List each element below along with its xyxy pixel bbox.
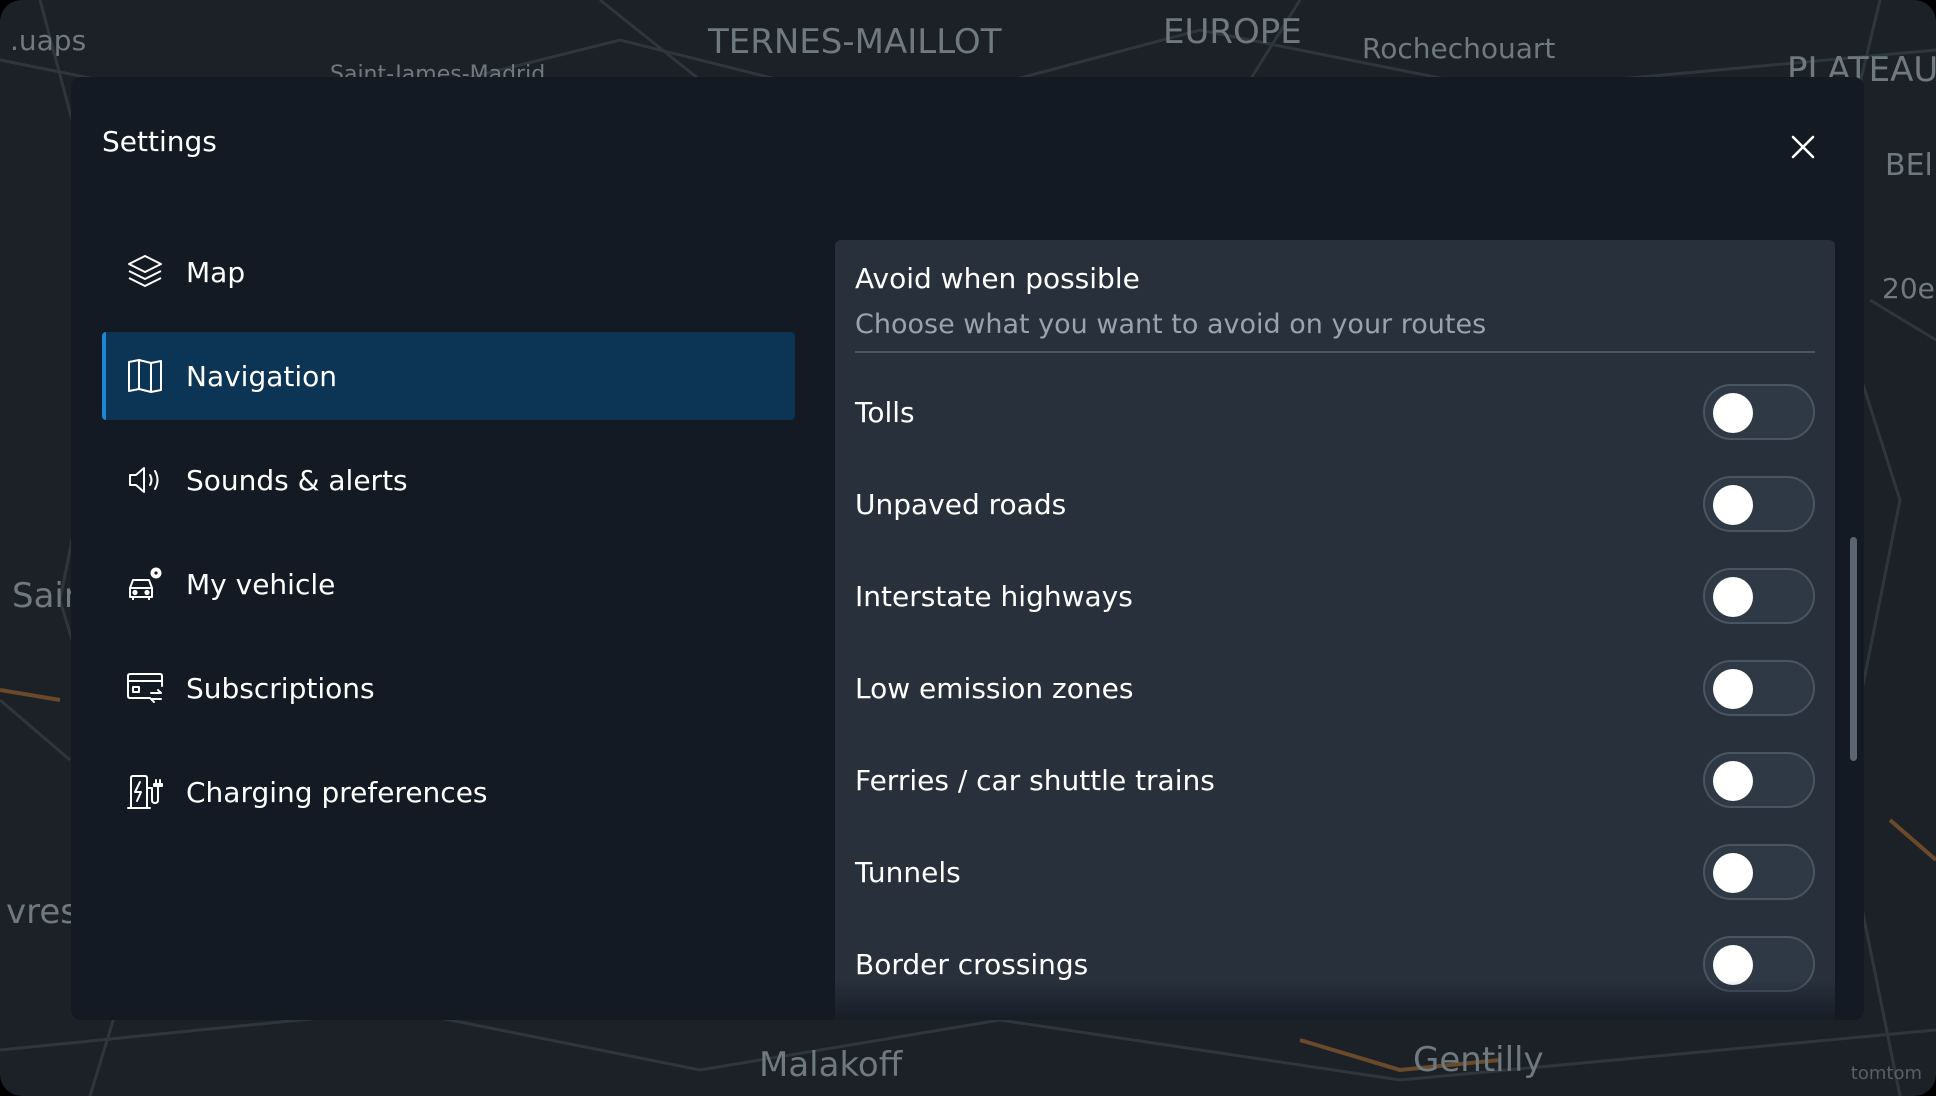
- panel-subtitle: Choose what you want to avoid on your ro…: [855, 309, 1487, 340]
- unpaved-roads-toggle[interactable]: [1703, 476, 1815, 532]
- panel-scrollbar[interactable]: [1850, 537, 1857, 761]
- option-label: Border crossings: [855, 947, 1089, 981]
- interstate-highways-toggle[interactable]: [1703, 568, 1815, 624]
- sidebar-item-sounds-alerts[interactable]: Sounds & alerts: [102, 436, 795, 524]
- panel-title: Avoid when possible: [855, 262, 1140, 295]
- sidebar-item-label: My vehicle: [186, 567, 336, 601]
- option-row-interstate-highways: Interstate highways: [855, 550, 1815, 642]
- map-watermark: tomtom: [1850, 1063, 1922, 1084]
- option-label: Tolls: [855, 395, 915, 429]
- divider: [855, 351, 1815, 353]
- map-label: vres: [6, 892, 78, 932]
- map-label: .uaps: [10, 24, 87, 57]
- close-button[interactable]: [1783, 127, 1823, 167]
- layers-icon: [124, 251, 166, 293]
- avoid-options-panel: Avoid when possible Choose what you want…: [835, 240, 1835, 1020]
- option-row-tolls: Tolls: [855, 366, 1815, 458]
- option-row-tunnels: Tunnels: [855, 826, 1815, 918]
- ferries-toggle[interactable]: [1703, 752, 1815, 808]
- dialog-title: Settings: [102, 125, 217, 158]
- sidebar-item-label: Subscriptions: [186, 671, 375, 705]
- option-row-ferries: Ferries / car shuttle trains: [855, 734, 1815, 826]
- option-label: Interstate highways: [855, 579, 1133, 613]
- map-label: BEl: [1885, 148, 1933, 183]
- sidebar-item-my-vehicle[interactable]: My vehicle: [102, 540, 795, 628]
- panel-header: Avoid when possible Choose what you want…: [855, 262, 1815, 340]
- toggle-knob: [1713, 669, 1753, 709]
- options-list: Tolls Unpaved roads Interstate highways …: [855, 366, 1815, 1010]
- sidebar-item-label: Map: [186, 255, 246, 289]
- scroll-fade: [835, 980, 1835, 1020]
- settings-sidebar: Map Navigation Sounds & alerts My vehicl…: [102, 228, 795, 852]
- option-row-unpaved-roads: Unpaved roads: [855, 458, 1815, 550]
- charging-station-icon: [124, 771, 166, 813]
- map-label: TERNES-MAILLOT: [708, 22, 1002, 62]
- toggle-knob: [1713, 761, 1753, 801]
- toggle-knob: [1713, 393, 1753, 433]
- tunnels-toggle[interactable]: [1703, 844, 1815, 900]
- low-emission-zones-toggle[interactable]: [1703, 660, 1815, 716]
- map-label: EUROPE: [1163, 12, 1302, 52]
- sidebar-item-label: Charging preferences: [186, 775, 488, 809]
- toggle-knob: [1713, 853, 1753, 893]
- sidebar-item-navigation[interactable]: Navigation: [102, 332, 795, 420]
- sidebar-item-label: Sounds & alerts: [186, 463, 408, 497]
- map-label: 20e: [1882, 272, 1935, 305]
- tolls-toggle[interactable]: [1703, 384, 1815, 440]
- option-label: Ferries / car shuttle trains: [855, 763, 1215, 797]
- option-label: Tunnels: [855, 855, 961, 889]
- map-icon: [124, 355, 166, 397]
- toggle-knob: [1713, 945, 1753, 985]
- settings-dialog: Settings Map Navigation Sounds & alerts …: [71, 77, 1864, 1020]
- sidebar-item-label: Navigation: [186, 359, 338, 393]
- option-row-low-emission-zones: Low emission zones: [855, 642, 1815, 734]
- option-label: Low emission zones: [855, 671, 1134, 705]
- toggle-knob: [1713, 485, 1753, 525]
- subscription-card-icon: [124, 667, 166, 709]
- close-icon: [1791, 135, 1815, 159]
- map-label: Malakoff: [759, 1045, 903, 1085]
- map-label: Rochechouart: [1362, 32, 1556, 65]
- sidebar-item-charging-preferences[interactable]: Charging preferences: [102, 748, 795, 836]
- map-label: Gentilly: [1413, 1040, 1544, 1080]
- car-settings-icon: [124, 563, 166, 605]
- speaker-icon: [124, 459, 166, 501]
- sidebar-item-map[interactable]: Map: [102, 228, 795, 316]
- sidebar-item-subscriptions[interactable]: Subscriptions: [102, 644, 795, 732]
- toggle-knob: [1713, 577, 1753, 617]
- option-label: Unpaved roads: [855, 487, 1067, 521]
